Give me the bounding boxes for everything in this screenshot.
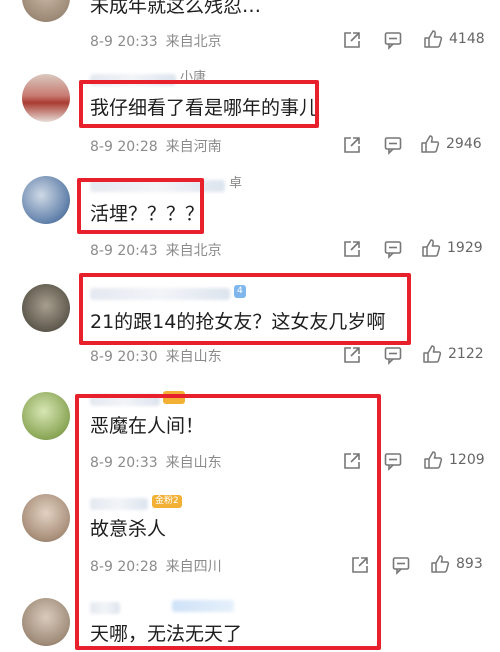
share-icon[interactable] [342, 345, 362, 365]
comment-meta: 8-9 20:33 来自山东 [90, 452, 222, 472]
highlight-box [79, 273, 411, 345]
thumbs-up-icon[interactable] [423, 450, 443, 470]
comment-date: 8-9 20:28 [90, 139, 158, 155]
like-count: 893 [456, 556, 483, 572]
username[interactable]: 小唐 [180, 70, 206, 86]
like-count: 4148 [449, 31, 485, 47]
username-blur [90, 394, 160, 406]
comment-icon[interactable] [383, 451, 403, 471]
comment-text: 21的跟14的抢女友？这女友几岁啊 [90, 311, 386, 333]
like-count: 2122 [448, 346, 484, 362]
comment-location: 来自山东 [165, 455, 222, 471]
comment-location: 来自山东 [165, 349, 222, 365]
comment-icon[interactable] [383, 30, 403, 50]
username-blur [90, 602, 120, 614]
comment-location: 来自北京 [165, 243, 222, 259]
fan-badge: 金粉2 [152, 495, 182, 508]
avatar[interactable] [22, 176, 70, 224]
comment-date: 8-9 20:33 [90, 455, 158, 471]
comment-location: 来自北京 [165, 34, 222, 50]
like-count: 2946 [446, 136, 482, 152]
like-count: 1209 [449, 452, 485, 468]
comment-text: 故意杀人 [90, 518, 167, 540]
username-blur [90, 180, 225, 192]
thumbs-up-icon[interactable] [422, 344, 442, 364]
share-icon[interactable] [342, 451, 362, 471]
thumbs-up-icon[interactable] [420, 134, 440, 154]
username-blur [90, 288, 230, 300]
comment-date: 8-9 20:33 [90, 34, 158, 50]
thumbs-up-icon[interactable] [421, 238, 441, 258]
fan-badge: 4 [234, 285, 246, 298]
share-icon[interactable] [342, 30, 362, 50]
comment-text: 天哪，无法无天了 [90, 623, 243, 645]
like-count: 1929 [447, 240, 483, 256]
avatar[interactable] [22, 392, 70, 440]
avatar[interactable] [22, 74, 70, 122]
avatar[interactable] [22, 0, 70, 22]
avatar[interactable] [22, 284, 70, 332]
comment-text: 恶魔在人间！ [90, 415, 205, 437]
thumbs-up-icon[interactable] [423, 29, 443, 49]
comment-icon[interactable] [391, 555, 411, 575]
comment-location: 来自四川 [165, 559, 222, 575]
username-blur [172, 600, 234, 612]
comment-date: 8-9 20:43 [90, 243, 158, 259]
comment-date: 8-9 20:30 [90, 349, 158, 365]
avatar[interactable] [22, 598, 70, 646]
share-icon[interactable] [342, 135, 362, 155]
share-icon[interactable] [350, 555, 370, 575]
comment-icon[interactable] [383, 135, 403, 155]
comment-meta: 8-9 20:30 来自山东 [90, 346, 222, 366]
avatar[interactable] [22, 494, 70, 542]
comment-text: 活埋？？？？ [90, 203, 205, 225]
comment-location: 来自河南 [165, 139, 222, 155]
username-blur [90, 74, 176, 86]
comment-icon[interactable] [383, 345, 403, 365]
username-blur [90, 498, 148, 510]
comment-meta: 8-9 20:33 来自北京 [90, 31, 222, 51]
comment-text: 我仔细看了看是哪年的事儿 [90, 97, 319, 119]
comment-meta: 8-9 20:28 来自河南 [90, 136, 222, 156]
fan-badge [163, 391, 185, 404]
username[interactable]: 卓 [229, 176, 242, 192]
comment-meta: 8-9 20:28 来自四川 [90, 556, 222, 576]
thumbs-up-icon[interactable] [430, 554, 450, 574]
comment-text: 未成年就这么残忍… [90, 0, 262, 17]
comment-icon[interactable] [383, 239, 403, 259]
comment-date: 8-9 20:28 [90, 559, 158, 575]
share-icon[interactable] [342, 239, 362, 259]
comment-meta: 8-9 20:43 来自北京 [90, 240, 222, 260]
